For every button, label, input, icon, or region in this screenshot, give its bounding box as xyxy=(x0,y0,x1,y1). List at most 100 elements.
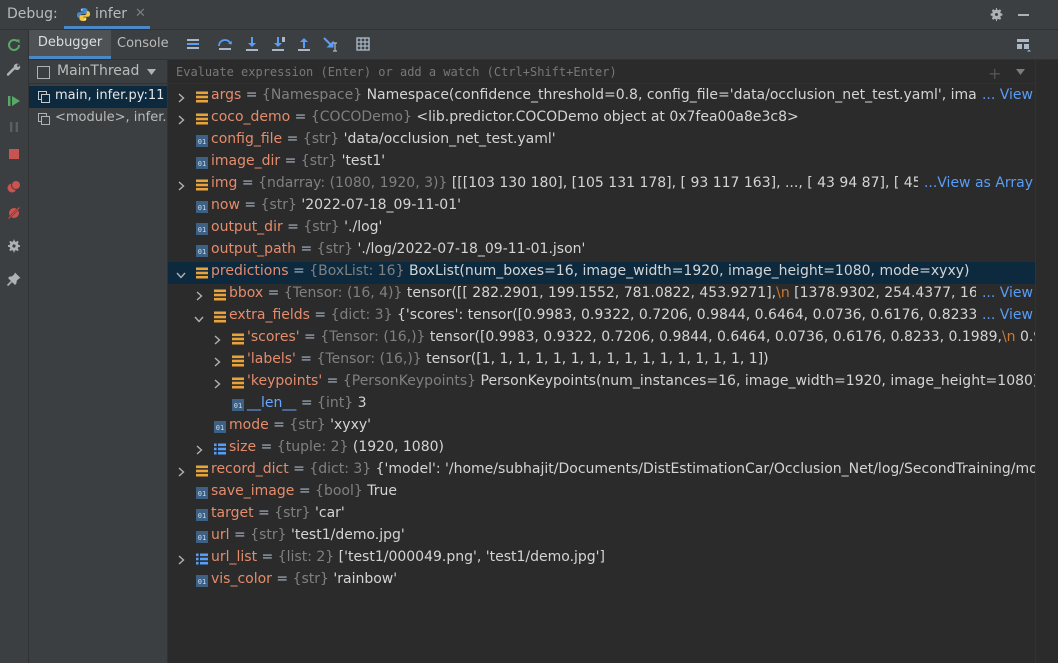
chevron-right-icon[interactable] xyxy=(178,466,185,481)
variable-row[interactable]: url_list = {list: 2} ['test1/000049.png'… xyxy=(168,548,1035,570)
tab-infer[interactable]: infer ✕ xyxy=(64,0,150,29)
variable-row[interactable]: predictions = {BoxList: 16} BoxList(num_… xyxy=(168,262,1035,284)
svg-text:01: 01 xyxy=(216,424,224,432)
chevron-right-icon[interactable] xyxy=(178,554,185,569)
variable-type: {str} xyxy=(250,527,287,543)
view-as-array-link[interactable]: ...View as Array xyxy=(917,175,1035,191)
variable-value: 'data/occlusion_net_test.yaml' xyxy=(343,131,556,147)
minimize-icon[interactable] xyxy=(1018,14,1029,16)
variable-row[interactable]: bbox = {Tensor: (16, 4)} tensor([[ 282.2… xyxy=(168,284,1035,306)
resume-program-icon[interactable] xyxy=(6,93,22,109)
pause-icon[interactable] xyxy=(6,119,22,135)
mute-breakpoints-icon[interactable] xyxy=(6,205,22,221)
chevron-right-icon[interactable] xyxy=(214,334,221,349)
equals-sign: = xyxy=(237,175,259,191)
settings-gear-icon[interactable] xyxy=(6,238,22,254)
variable-type: {tuple: 2} xyxy=(276,439,349,455)
variable-name: now xyxy=(211,197,240,213)
variable-row[interactable]: 01 mode = {str} 'xyxy' xyxy=(168,416,1035,438)
object-icon xyxy=(196,179,208,195)
frame-item-main[interactable]: main, infer.py:11 xyxy=(29,86,167,108)
variable-row[interactable]: 01 __len__ = {int} 3 xyxy=(168,394,1035,416)
equals-sign: = xyxy=(257,549,278,565)
gear-icon[interactable] xyxy=(989,7,1004,22)
equals-sign: = xyxy=(253,505,275,521)
python-icon xyxy=(76,7,91,22)
variable-value: 'rainbow' xyxy=(333,571,398,587)
pin-icon[interactable] xyxy=(6,271,22,287)
equals-sign: = xyxy=(282,219,304,235)
chevron-right-icon[interactable] xyxy=(178,92,185,107)
variable-type: {ndarray: (1080, 1920, 3)} xyxy=(258,175,448,191)
variable-row[interactable]: 01 save_image = {bool} True xyxy=(168,482,1035,504)
chevron-down-icon[interactable] xyxy=(194,312,204,327)
add-watch-icon[interactable]: + xyxy=(988,64,1001,83)
view-link[interactable]: ... View xyxy=(975,285,1035,301)
close-icon[interactable]: ✕ xyxy=(135,6,146,21)
variable-row[interactable]: 01 now = {str} '2022-07-18_09-11-01' xyxy=(168,196,1035,218)
svg-text:01: 01 xyxy=(198,204,206,212)
svg-text:01: 01 xyxy=(198,248,206,256)
variable-row[interactable]: 01 config_file = {str} 'data/occlusion_ne… xyxy=(168,130,1035,152)
chevron-right-icon[interactable] xyxy=(214,378,221,393)
show-execution-point-icon[interactable] xyxy=(184,35,202,53)
variable-row[interactable]: args = {Namespace} Namespace(confidence_… xyxy=(168,86,1035,108)
view-link[interactable]: ... View xyxy=(975,87,1035,103)
step-into-my-code-icon[interactable] xyxy=(269,35,287,53)
variable-row[interactable]: 01 output_path = {str} './log/2022-07-18_… xyxy=(168,240,1035,262)
step-over-icon[interactable] xyxy=(216,35,234,53)
chevron-right-icon[interactable] xyxy=(196,444,203,459)
thread-selector[interactable]: MainThread xyxy=(29,60,167,84)
variable-type: {Tensor: (16,)} xyxy=(316,351,422,367)
variable-row[interactable]: 'scores' = {Tensor: (16,)} tensor([0.998… xyxy=(168,328,1035,350)
variable-name: img xyxy=(211,175,238,191)
equals-sign: = xyxy=(268,417,290,433)
chevron-right-icon[interactable] xyxy=(178,114,185,129)
chevron-right-icon[interactable] xyxy=(214,356,221,371)
stop-icon[interactable] xyxy=(6,146,22,162)
variable-row[interactable]: extra_fields = {dict: 3} {'scores': tens… xyxy=(168,306,1035,328)
step-into-icon[interactable] xyxy=(243,35,261,53)
variable-row[interactable]: 01 url = {str} 'test1/demo.jpg' xyxy=(168,526,1035,548)
variable-row[interactable]: 'keypoints' = {PersonKeypoints} PersonKe… xyxy=(168,372,1035,394)
object-icon xyxy=(214,311,226,327)
equals-sign: = xyxy=(271,571,293,587)
primitive-icon: 01 xyxy=(196,201,208,217)
step-out-icon[interactable] xyxy=(295,35,313,53)
chevron-right-icon[interactable] xyxy=(196,290,203,305)
variable-row[interactable]: 01 target = {str} 'car' xyxy=(168,504,1035,526)
variable-row[interactable]: record_dict = {dict: 3} {'model': '/home… xyxy=(168,460,1035,482)
debug-titlebar: Debug: infer ✕ xyxy=(0,0,1058,30)
variable-value: 'test1' xyxy=(341,153,386,169)
chevron-down-icon[interactable] xyxy=(1016,69,1025,75)
variable-name: args xyxy=(211,87,242,103)
variable-row[interactable]: 01 output_dir = {str} './log' xyxy=(168,218,1035,240)
variable-type: {PersonKeypoints} xyxy=(342,373,477,389)
run-to-cursor-icon[interactable] xyxy=(321,35,339,53)
variable-row[interactable]: size = {tuple: 2} (1920, 1080) xyxy=(168,438,1035,460)
chevron-right-icon[interactable] xyxy=(178,180,185,195)
variable-value: 'xyxy' xyxy=(330,417,371,433)
object-icon xyxy=(196,113,208,129)
view-link[interactable]: ... View xyxy=(975,307,1035,323)
variable-row[interactable]: 'labels' = {Tensor: (16,)} tensor([1, 1,… xyxy=(168,350,1035,372)
variable-row[interactable]: 01 image_dir = {str} 'test1' xyxy=(168,152,1035,174)
variable-row[interactable]: 01 vis_color = {str} 'rainbow' xyxy=(168,570,1035,592)
frame-item-module[interactable]: <module>, infer.py xyxy=(29,108,167,130)
evaluate-expression-input[interactable] xyxy=(168,60,976,83)
evaluate-expression-icon[interactable] xyxy=(354,35,372,53)
view-breakpoints-icon[interactable] xyxy=(6,179,22,195)
variable-row[interactable]: img = {ndarray: (1080, 1920, 3)} [[[103 … xyxy=(168,174,1035,196)
layout-icon[interactable] xyxy=(1014,35,1032,53)
variable-name: 'scores' xyxy=(247,329,300,345)
tab-debugger[interactable]: Debugger xyxy=(29,30,111,59)
tab-console[interactable]: Console xyxy=(117,36,169,51)
variable-name: predictions xyxy=(211,263,289,279)
chevron-down-icon[interactable] xyxy=(176,268,186,283)
variable-type: {str} xyxy=(260,197,297,213)
scrollbar[interactable] xyxy=(1035,60,1058,663)
variable-name: record_dict xyxy=(211,461,289,477)
variable-row[interactable]: coco_demo = {COCODemo} <lib.predictor.CO… xyxy=(168,108,1035,130)
rerun-icon[interactable] xyxy=(6,37,22,53)
wrench-icon[interactable] xyxy=(6,62,22,78)
